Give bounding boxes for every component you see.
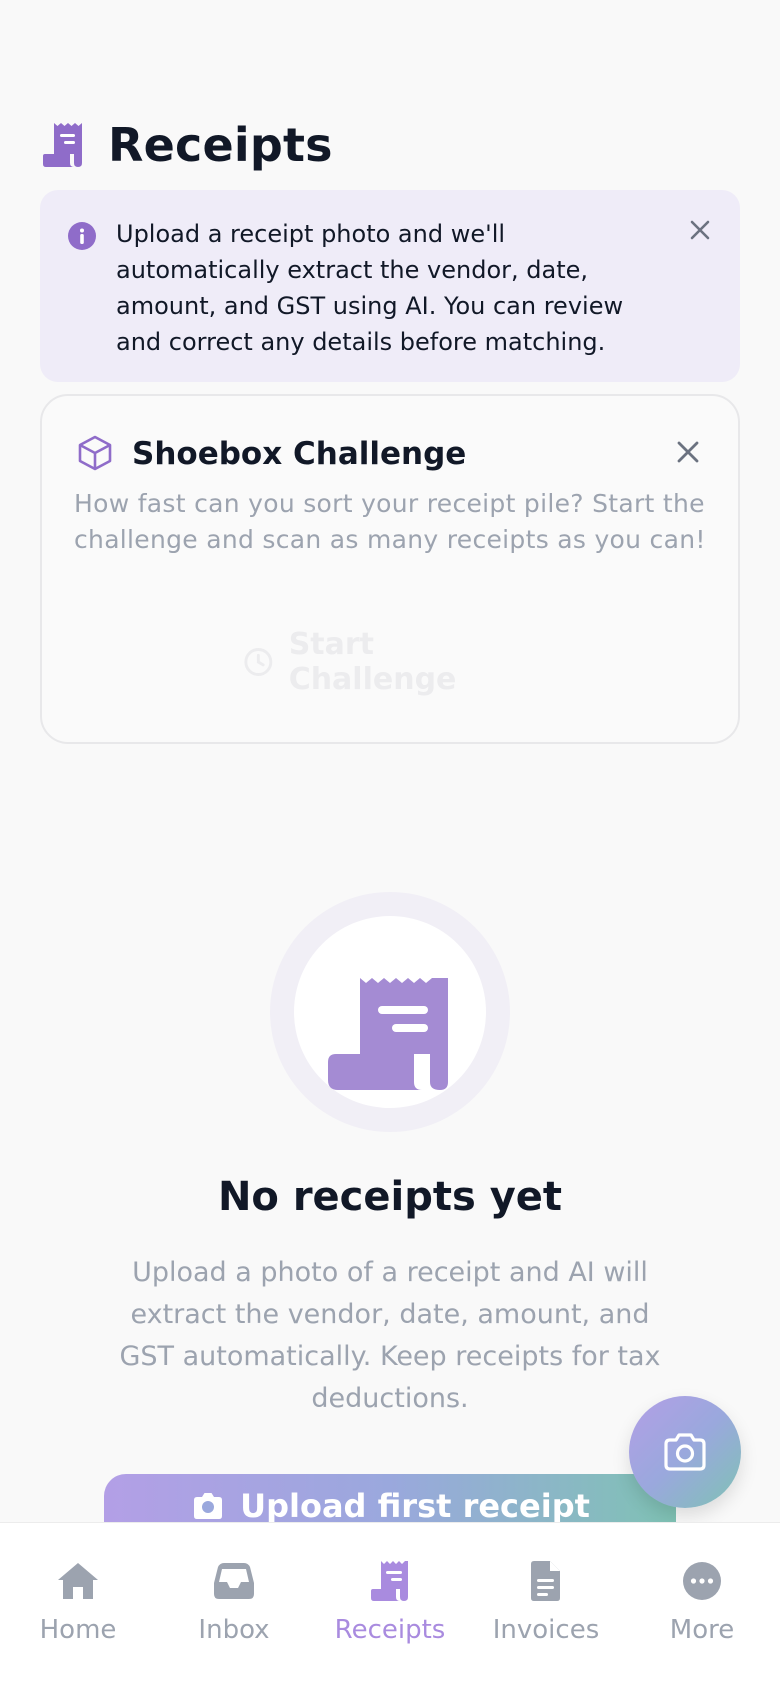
more-icon (683, 1562, 721, 1600)
nav-item-more[interactable]: More (624, 1523, 780, 1689)
nav-item-home[interactable]: Home (0, 1523, 156, 1689)
nav-item-receipts[interactable]: Receipts (312, 1523, 468, 1689)
page-header: Receipts (40, 118, 333, 172)
challenge-description: How fast can you sort your receipt pile?… (74, 489, 706, 554)
nav-label-more: More (669, 1615, 735, 1645)
close-icon[interactable] (688, 218, 712, 242)
page-title: Receipts (108, 118, 333, 172)
close-icon[interactable] (674, 438, 702, 466)
inbox-icon (214, 1563, 254, 1599)
shoebox-challenge-card: Shoebox Challenge How fast can you sort … (40, 394, 740, 744)
empty-state-title: No receipts yet (217, 1174, 563, 1220)
empty-state-circle (294, 916, 486, 1108)
upload-first-receipt-label: Upload first receipt (240, 1487, 590, 1525)
nav-label-inbox: Inbox (198, 1615, 270, 1645)
empty-state-description: Upload a photo of a receipt and AI will … (119, 1257, 661, 1414)
bottom-navigation: Home Inbox Receipts Invoices More (0, 1522, 780, 1689)
receipt-icon (328, 978, 448, 1090)
timer-icon (244, 648, 273, 676)
camera-icon (664, 1433, 706, 1471)
nav-item-invoices[interactable]: Invoices (468, 1523, 624, 1689)
start-challenge-label: Start Challenge (288, 627, 457, 697)
empty-state-illustration (270, 892, 510, 1132)
receipt-icon (371, 1561, 408, 1601)
info-icon (68, 222, 96, 250)
nav-label-invoices: Invoices (492, 1615, 600, 1645)
info-banner-text: Upload a receipt photo and we'll automat… (116, 220, 624, 356)
camera-icon (194, 1493, 223, 1519)
document-icon (531, 1561, 560, 1601)
cube-icon (78, 435, 112, 471)
home-icon (58, 1563, 98, 1599)
challenge-title: Shoebox Challenge (132, 436, 467, 472)
info-banner: Upload a receipt photo and we'll automat… (40, 190, 740, 382)
start-challenge-button[interactable]: Start Challenge (242, 627, 542, 697)
camera-fab[interactable] (629, 1396, 741, 1508)
nav-label-home: Home (39, 1615, 117, 1645)
nav-label-receipts: Receipts (334, 1615, 446, 1645)
nav-item-inbox[interactable]: Inbox (156, 1523, 312, 1689)
receipt-icon (43, 123, 82, 167)
